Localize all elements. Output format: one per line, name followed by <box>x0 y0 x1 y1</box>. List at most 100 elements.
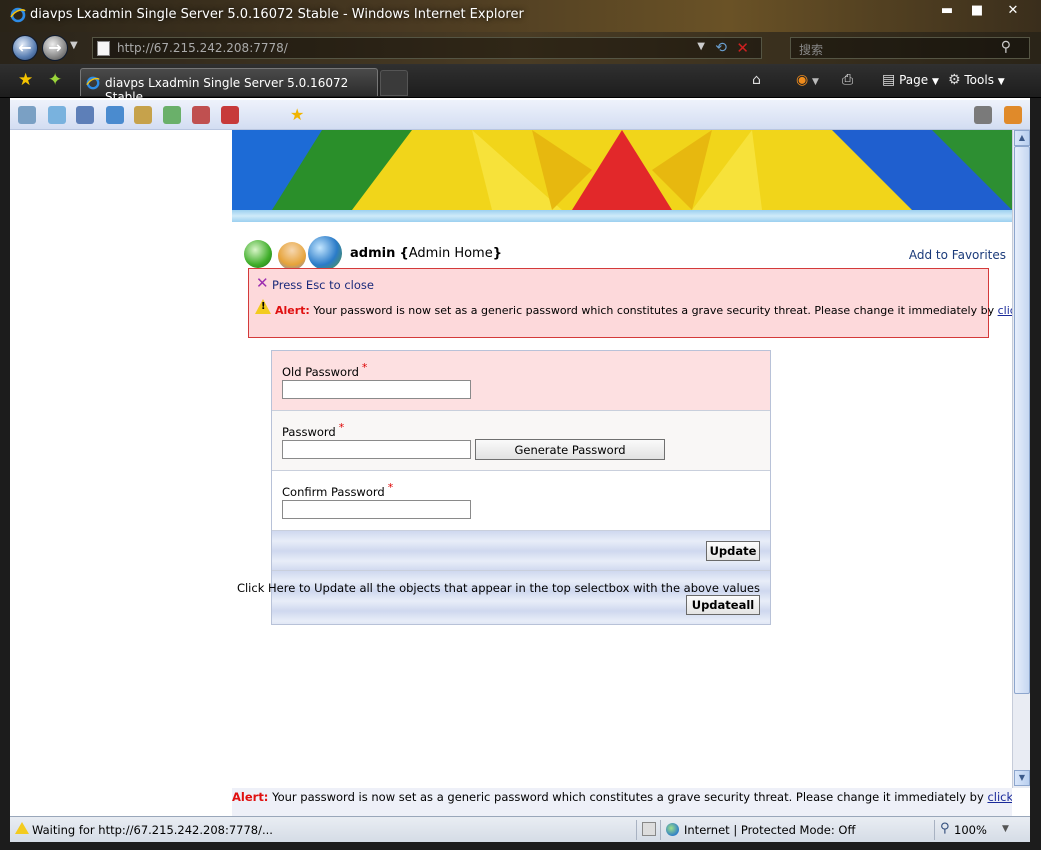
scroll-up-icon[interactable]: ▲ <box>1014 130 1030 146</box>
search-input[interactable]: 搜索 ⚲ <box>790 37 1030 59</box>
update-row: Update <box>272 531 770 571</box>
address-input[interactable]: http://67.215.242.208:7778/ ▼ ⟲ ✕ <box>92 37 762 59</box>
zoom-level[interactable]: 100% <box>954 823 987 837</box>
add-to-favorites-link[interactable]: Add to Favorites <box>909 248 1006 262</box>
toolbar-logout-icon[interactable] <box>221 106 239 124</box>
alert-text: Your password is now set as a generic pa… <box>313 304 995 317</box>
back-arrow-icon: ← <box>18 38 32 57</box>
password-alert-popup: ✕ Press Esc to close ! Alert: Your passw… <box>248 268 1012 338</box>
alert-label: Alert: <box>275 304 310 317</box>
stop-icon[interactable]: ✕ <box>736 39 749 57</box>
bottom-alert-text: Your password is now set as a generic pa… <box>272 790 984 804</box>
internet-zone-icon <box>666 823 679 836</box>
generate-password-button[interactable]: Generate Password <box>475 439 665 460</box>
update-button[interactable]: Update <box>706 541 760 561</box>
left-sidebar <box>10 130 232 816</box>
address-dropdown-icon[interactable]: ▼ <box>697 41 705 52</box>
page-icon-cmd: ▤ <box>882 72 896 88</box>
ie-logo-icon <box>10 7 26 23</box>
address-url: http://67.215.242.208:7778/ <box>117 41 288 55</box>
scroll-down-icon[interactable]: ▼ <box>1014 770 1030 786</box>
minimize-button[interactable]: ▬ <box>933 2 961 22</box>
gear-icon: ⚙ <box>948 72 961 88</box>
change-password-form: Old Password * Password * Generate Passwor… <box>237 350 771 625</box>
toolbar-servers-icon[interactable] <box>106 106 124 124</box>
page-menu[interactable]: ▤ Page ▼ <box>882 72 939 88</box>
popup-blocked-icon[interactable] <box>642 822 656 836</box>
confirm-password-row: Confirm Password * <box>272 471 770 531</box>
bottom-change-password-link[interactable]: clicking here. <box>987 790 1012 804</box>
window-titlebar: diavps Lxadmin Single Server 5.0.16072 S… <box>0 0 1041 32</box>
search-icon[interactable]: ⚲ <box>1001 39 1011 55</box>
close-window-button[interactable]: ✕ <box>993 2 1033 22</box>
bottom-alert-bar: Alert: Your password is now set as a gen… <box>232 788 1012 816</box>
add-favorites-icon[interactable]: ✦ <box>48 70 62 90</box>
toolbar-web-icon[interactable] <box>48 106 66 124</box>
password-input[interactable] <box>282 440 471 459</box>
page-menu-label: Page <box>899 73 929 87</box>
toolbar-users-icon[interactable] <box>76 106 94 124</box>
old-password-input[interactable] <box>282 380 471 399</box>
search-placeholder: 搜索 <box>799 43 824 57</box>
tab-bar: ★ ✦ diavps Lxadmin Single Server 5.0.160… <box>0 64 1041 104</box>
address-bar-row: ← → ▼ http://67.215.242.208:7778/ ▼ ⟲ ✕ … <box>0 32 1041 64</box>
updateall-button[interactable]: Updateall <box>686 595 760 615</box>
back-button[interactable]: ← <box>12 35 38 61</box>
admin-name: admin <box>350 246 396 261</box>
admin-context: Admin Home <box>408 246 493 261</box>
toolbar-resellers-icon[interactable] <box>134 106 152 124</box>
tools-menu[interactable]: ⚙ Tools ▼ <box>948 72 1005 88</box>
tab-active[interactable]: diavps Lxadmin Single Server 5.0.16072 S… <box>80 68 378 104</box>
new-tab-button[interactable] <box>380 70 408 96</box>
status-text: Waiting for http://67.215.242.208:7778/.… <box>32 823 273 837</box>
alert-message: Alert: Your password is now set as a gen… <box>275 304 1012 317</box>
tab-ie-icon <box>86 76 100 90</box>
favorites-star-icon[interactable]: ★ <box>18 70 33 90</box>
esc-hint: Press Esc to close <box>272 278 374 292</box>
updateall-row: Click Here to Update all the objects tha… <box>237 571 770 624</box>
close-alert-icon[interactable]: ✕ <box>256 274 269 292</box>
refresh-icon[interactable]: ⟲ <box>715 40 727 56</box>
security-zone-text[interactable]: Internet | Protected Mode: Off <box>684 823 855 837</box>
toolbar-favorite-star-icon[interactable]: ★ <box>290 105 304 124</box>
admin-globe-icon <box>308 236 342 270</box>
status-warning-icon <box>15 822 29 834</box>
bottom-alert-label: Alert: <box>232 790 269 804</box>
old-password-row: Old Password * <box>272 351 770 411</box>
toolbar-network-icon[interactable] <box>163 106 181 124</box>
forward-button[interactable]: → <box>42 35 68 61</box>
old-password-label: Old Password * <box>282 361 368 379</box>
feeds-icon[interactable]: ◉ ▼ <box>796 72 819 88</box>
forward-arrow-icon: → <box>48 38 62 57</box>
user-icon <box>278 242 306 270</box>
vertical-scrollbar[interactable]: ▲ ▼ <box>1012 130 1030 788</box>
window-title: diavps Lxadmin Single Server 5.0.16072 S… <box>30 7 524 22</box>
browser-viewport: ★ admin {Admin Home} Add to Favorites ✕ … <box>10 98 1030 816</box>
toolbar-help-icon[interactable] <box>974 106 992 124</box>
scroll-thumb[interactable] <box>1014 146 1030 694</box>
banner-strip <box>232 210 1012 222</box>
maximize-button[interactable]: ■ <box>963 2 991 22</box>
admin-title: admin {Admin Home} <box>350 246 502 261</box>
status-online-icon <box>244 240 272 268</box>
main-content: admin {Admin Home} Add to Favorites ✕ Pr… <box>232 130 1012 788</box>
confirm-password-input[interactable] <box>282 500 471 519</box>
zoom-dropdown-icon[interactable]: ▼ <box>1002 824 1009 834</box>
admin-header-row: admin {Admin Home} Add to Favorites <box>242 236 1012 270</box>
tools-menu-label: Tools <box>964 73 994 87</box>
toolbar-admin-icon[interactable] <box>192 106 210 124</box>
page-icon <box>97 41 110 56</box>
zoom-icon[interactable]: ⚲ <box>940 821 950 836</box>
toolbar-home-icon[interactable] <box>18 106 36 124</box>
print-icon[interactable]: ⎙ <box>842 72 853 88</box>
lxadmin-toolbar: ★ <box>10 100 1030 130</box>
status-bar: Waiting for http://67.215.242.208:7778/.… <box>10 816 1030 842</box>
toolbar-exit-icon[interactable] <box>1004 106 1022 124</box>
change-password-link[interactable]: clicking here. <box>998 304 1012 317</box>
password-row: Password * Generate Password <box>272 411 770 471</box>
confirm-password-label: Confirm Password * <box>282 481 394 499</box>
password-label: Password * <box>282 421 345 439</box>
home-icon[interactable]: ⌂ <box>752 72 761 88</box>
feather-banner-image <box>232 130 1012 210</box>
history-dropdown-icon[interactable]: ▼ <box>70 40 78 51</box>
